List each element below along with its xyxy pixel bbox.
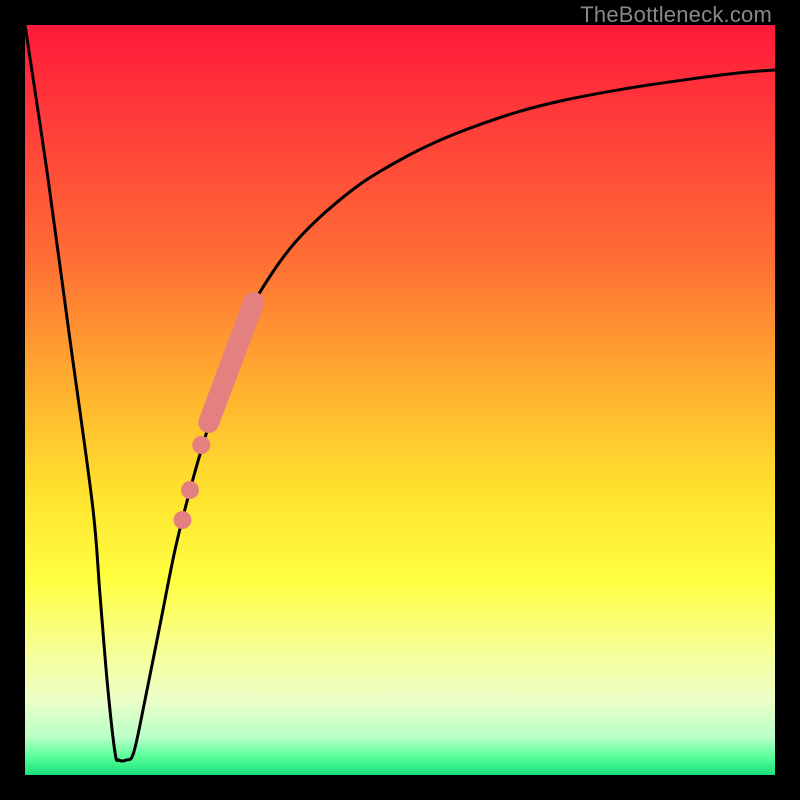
chart-svg: [25, 25, 775, 775]
watermark-text: TheBottleneck.com: [580, 2, 772, 28]
gradient-background: [25, 25, 775, 775]
highlight-dot: [192, 436, 210, 454]
frame: TheBottleneck.com: [0, 0, 800, 800]
highlight-dot: [181, 481, 199, 499]
highlight-dot: [174, 511, 192, 529]
plot-area: [25, 25, 775, 775]
